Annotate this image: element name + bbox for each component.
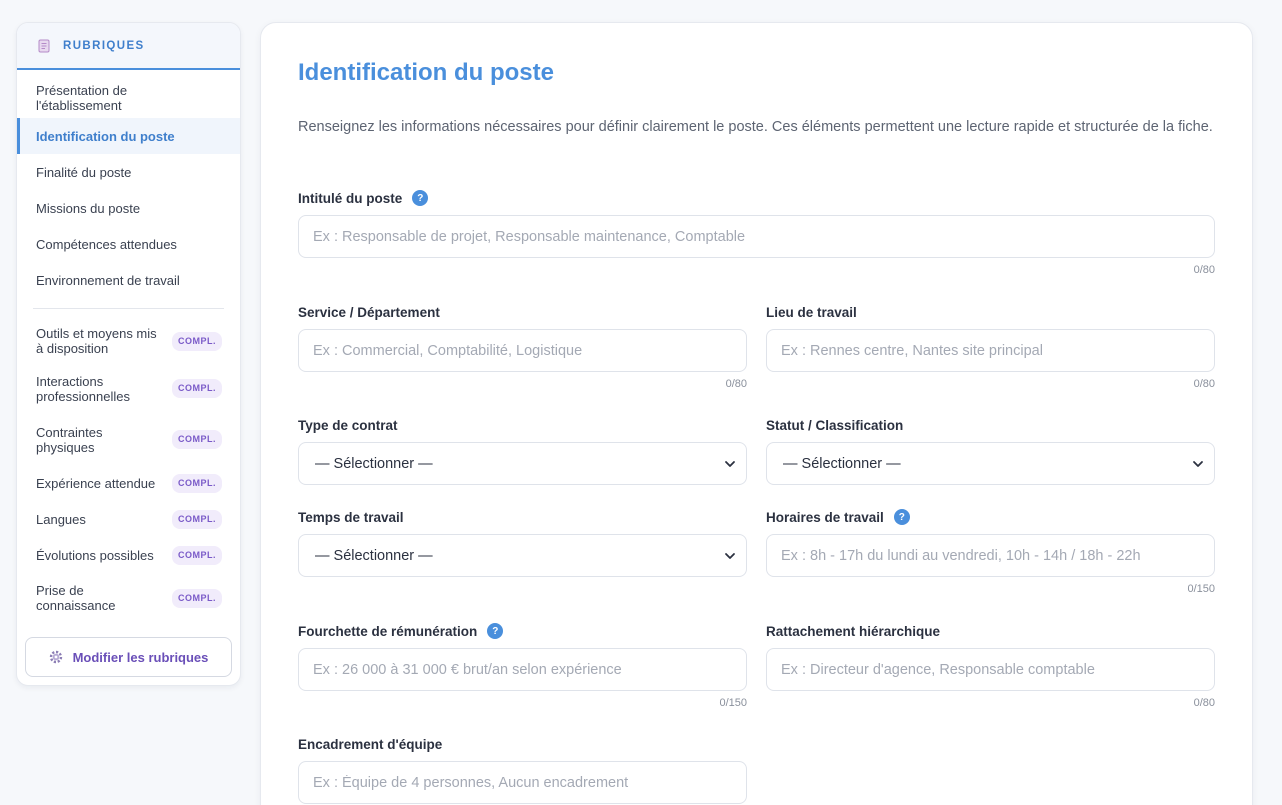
sidebar-item-experience[interactable]: Expérience attendue COMPL. bbox=[17, 465, 240, 501]
chevron-down-icon bbox=[725, 460, 735, 467]
field-label: Rattachement hiérarchique bbox=[766, 623, 941, 639]
intro-text: Renseignez les informations nécessaires … bbox=[298, 119, 1213, 135]
field-statut: Statut / Classification — Sélectionner — bbox=[766, 416, 1215, 486]
page-title: Identification du poste bbox=[298, 59, 554, 86]
char-counter: 0/80 bbox=[1193, 264, 1215, 276]
field-intitule: Intitulé du poste ? 0/80 bbox=[298, 189, 1215, 281]
field-label: Intitulé du poste bbox=[298, 190, 403, 206]
lieu-input[interactable] bbox=[766, 329, 1215, 372]
sidebar-item-label: Évolutions possibles bbox=[36, 547, 154, 563]
sidebar-item-label: Interactions professionnelles bbox=[36, 373, 130, 404]
complementary-badge: COMPL. bbox=[172, 545, 222, 565]
complementary-badge: COMPL. bbox=[172, 509, 222, 529]
sidebar-title: RUBRIQUES bbox=[63, 39, 145, 52]
temps-select[interactable]: — Sélectionner — bbox=[298, 534, 747, 577]
field-label: Fourchette de rémunération bbox=[298, 623, 478, 639]
select-value: — Sélectionner — bbox=[315, 455, 433, 472]
sidebar-item-environnement[interactable]: Environnement de travail bbox=[17, 262, 240, 298]
gear-icon bbox=[49, 650, 63, 664]
sidebar-item-finalite[interactable]: Finalité du poste bbox=[17, 154, 240, 190]
field-service: Service / Département 0/80 bbox=[298, 303, 747, 395]
form-card: Identification du poste Renseignez les i… bbox=[260, 22, 1253, 805]
sidebar-item-label: Présentation de l'établissement bbox=[36, 83, 128, 113]
char-counter: 0/150 bbox=[719, 697, 747, 709]
horaires-input[interactable] bbox=[766, 534, 1215, 577]
char-counter: 0/80 bbox=[1193, 378, 1215, 390]
sidebar-item-evolutions[interactable]: Évolutions possibles COMPL. bbox=[17, 537, 240, 573]
sidebar-item-label: Missions du poste bbox=[36, 200, 141, 216]
sidebar-header: RUBRIQUES bbox=[17, 23, 240, 70]
field-label: Encadrement d'équipe bbox=[298, 736, 443, 752]
encadrement-input[interactable] bbox=[298, 761, 747, 804]
sidebar-item-outils[interactable]: Outils et moyens mis à disposition COMPL… bbox=[17, 319, 240, 363]
remuneration-input[interactable] bbox=[298, 648, 747, 691]
select-value: — Sélectionner — bbox=[783, 455, 901, 472]
complementary-badge: COMPL. bbox=[172, 588, 222, 608]
rattachement-input[interactable] bbox=[766, 648, 1215, 691]
field-label: Horaires de travail bbox=[766, 509, 884, 525]
intitule-input[interactable] bbox=[298, 215, 1215, 258]
complementary-badge: COMPL. bbox=[172, 379, 222, 398]
field-label: Type de contrat bbox=[298, 417, 398, 433]
help-icon[interactable]: ? bbox=[412, 190, 429, 206]
sidebar-item-missions[interactable]: Missions du poste bbox=[17, 190, 240, 226]
sidebar-item-presentation[interactable]: Présentation de l'établissement bbox=[17, 80, 240, 116]
field-temps: Temps de travail — Sélectionner — bbox=[298, 508, 747, 578]
sidebar-item-competences[interactable]: Compétences attendues bbox=[17, 226, 240, 262]
field-encadrement: Encadrement d'équipe bbox=[298, 735, 747, 805]
sidebar-divider bbox=[33, 308, 224, 309]
sidebar-item-label: Expérience attendue bbox=[36, 475, 156, 491]
help-icon[interactable]: ? bbox=[487, 623, 504, 639]
help-icon[interactable]: ? bbox=[893, 509, 910, 525]
field-lieu: Lieu de travail 0/80 bbox=[766, 303, 1215, 395]
edit-rubriques-button[interactable]: Modifier les rubriques bbox=[25, 637, 232, 677]
sidebar-item-langues[interactable]: Langues COMPL. bbox=[17, 501, 240, 537]
sidebar-item-label: Identification du poste bbox=[36, 128, 175, 144]
sidebar-item-label: Contraintes physiques bbox=[36, 424, 103, 455]
field-horaires: Horaires de travail ? 0/150 bbox=[766, 508, 1215, 600]
field-label: Temps de travail bbox=[298, 509, 404, 525]
char-counter: 0/80 bbox=[725, 378, 747, 390]
complementary-badge: COMPL. bbox=[172, 430, 222, 449]
field-contrat: Type de contrat — Sélectionner — bbox=[298, 416, 747, 486]
sidebar-item-interactions[interactable]: Interactions professionnelles COMPL. bbox=[17, 363, 240, 414]
select-value: — Sélectionner — bbox=[315, 547, 433, 564]
field-remuneration: Fourchette de rémunération ? 0/150 bbox=[298, 622, 747, 714]
statut-select[interactable]: — Sélectionner — bbox=[766, 442, 1215, 485]
complementary-badge: COMPL. bbox=[172, 331, 222, 351]
sidebar-item-contraintes[interactable]: Contraintes physiques COMPL. bbox=[17, 414, 240, 465]
contrat-select[interactable]: — Sélectionner — bbox=[298, 442, 747, 485]
chevron-down-icon bbox=[725, 552, 735, 559]
char-counter: 0/80 bbox=[1193, 697, 1215, 709]
field-label: Service / Département bbox=[298, 304, 440, 320]
sidebar-item-label: Outils et moyens mis à disposition bbox=[36, 326, 157, 356]
sidebar-item-label: Finalité du poste bbox=[36, 164, 132, 180]
service-input[interactable] bbox=[298, 329, 747, 372]
notebook-icon bbox=[37, 39, 51, 53]
sidebar-item-label: Prise de connaissance bbox=[36, 583, 116, 613]
field-label: Lieu de travail bbox=[766, 304, 857, 320]
char-counter: 0/150 bbox=[1187, 583, 1215, 595]
chevron-down-icon bbox=[1193, 460, 1203, 467]
field-label: Statut / Classification bbox=[766, 417, 904, 433]
sidebar-rubriques: RUBRIQUES Présentation de l'établissemen… bbox=[16, 22, 241, 686]
sidebar-item-prise-connaissance[interactable]: Prise de connaissance COMPL. bbox=[17, 573, 240, 623]
sidebar-item-label: Environnement de travail bbox=[36, 272, 180, 288]
sidebar-item-label: Langues bbox=[36, 511, 86, 527]
sidebar-item-identification[interactable]: Identification du poste bbox=[17, 118, 240, 154]
field-rattachement: Rattachement hiérarchique 0/80 bbox=[766, 622, 1215, 714]
edit-rubriques-label: Modifier les rubriques bbox=[72, 649, 209, 665]
complementary-badge: COMPL. bbox=[172, 473, 222, 493]
sidebar-item-label: Compétences attendues bbox=[36, 236, 177, 252]
